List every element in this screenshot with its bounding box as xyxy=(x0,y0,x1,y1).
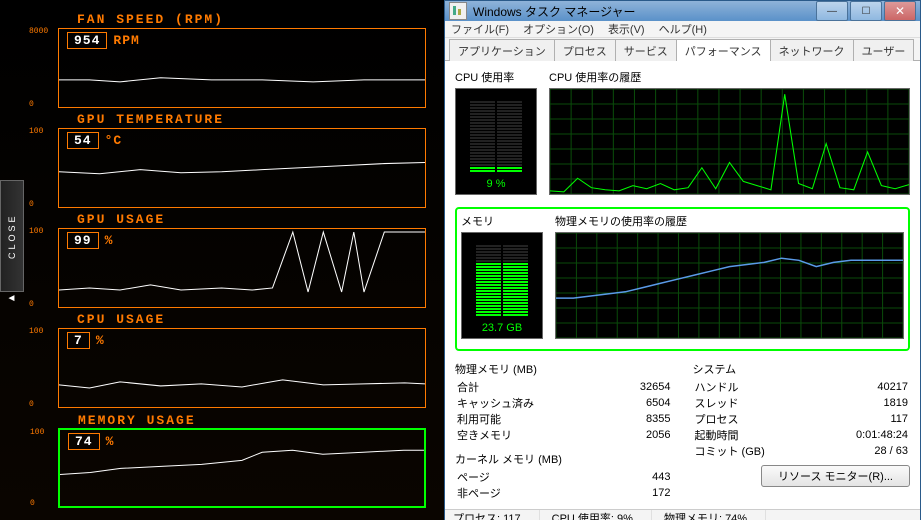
status-cell: プロセス: 117 xyxy=(453,510,540,520)
menu-item[interactable]: ヘルプ(H) xyxy=(659,21,707,37)
menubar: ファイル(F) オプション(O) 表示(V) ヘルプ(H) xyxy=(445,21,920,38)
scale-min: 0 xyxy=(29,300,34,309)
menu-item[interactable]: 表示(V) xyxy=(608,21,645,37)
tab-4[interactable]: ネットワーク xyxy=(770,39,854,61)
menu-item[interactable]: ファイル(F) xyxy=(451,21,509,37)
memory-row-highlight: メモリ 23.7 GB 物理メモリの使用率の履歴 xyxy=(455,207,910,351)
cpu-history-chart xyxy=(549,88,910,195)
performance-tab-body: CPU 使用率 9 % CPU 使用率の履歴 xyxy=(445,61,920,509)
system-block: システム ハンドル40217スレッド1819プロセス117起動時間0:01:48… xyxy=(693,361,911,459)
tab-0[interactable]: アプリケーション xyxy=(449,39,555,61)
window-title: Windows タスク マネージャー xyxy=(473,3,636,20)
panel-title: GPU USAGE xyxy=(77,212,165,227)
scale-max: 100 xyxy=(29,327,43,336)
mem-gauge-label: メモリ xyxy=(461,213,543,229)
hardware-monitor-hud: CLOSE FAN SPEED (RPM)80000954RPM GPU TEMP… xyxy=(0,0,444,520)
scale-max: 100 xyxy=(30,428,44,437)
panel-cpu-usage: CPU USAGE10007% xyxy=(58,328,426,408)
tab-2[interactable]: サービス xyxy=(615,39,677,61)
scale-max: 100 xyxy=(29,227,43,236)
scale-min: 0 xyxy=(29,100,34,109)
status-cell: 物理メモリ: 74% xyxy=(664,510,766,520)
tab-1[interactable]: プロセス xyxy=(554,39,616,61)
scale-max: 100 xyxy=(29,127,43,136)
stat-row: ハンドル40217 xyxy=(693,379,911,395)
mem-gauge: 23.7 GB xyxy=(461,232,543,339)
menu-item[interactable]: オプション(O) xyxy=(523,21,594,37)
close-tab[interactable]: CLOSE xyxy=(0,180,24,292)
scale-max: 8000 xyxy=(29,27,48,36)
stat-header: カーネル メモリ (MB) xyxy=(455,451,673,467)
panel-gpu-temperature: GPU TEMPERATURE100054°C xyxy=(58,128,426,208)
stat-row: 起動時間0:01:48:24 xyxy=(693,427,911,443)
stat-row: 合計32654 xyxy=(455,379,673,395)
close-button[interactable]: ✕ xyxy=(884,1,916,21)
mem-history-label: 物理メモリの使用率の履歴 xyxy=(555,213,904,229)
app-icon xyxy=(449,2,467,20)
maximize-button[interactable]: ☐ xyxy=(850,1,882,21)
resource-monitor-button[interactable]: リソース モニター(R)... xyxy=(761,465,910,487)
scale-min: 0 xyxy=(30,499,35,508)
cpu-gauge-value: 9 % xyxy=(456,178,536,190)
tab-3[interactable]: パフォーマンス xyxy=(676,39,771,61)
stat-row: プロセス117 xyxy=(693,411,911,427)
scale-min: 0 xyxy=(29,400,34,409)
stat-row: スレッド1819 xyxy=(693,395,911,411)
stat-row: キャッシュ済み6504 xyxy=(455,395,673,411)
statusbar: プロセス: 117 CPU 使用率: 9% 物理メモリ: 74% xyxy=(445,509,920,520)
panel-title: FAN SPEED (RPM) xyxy=(77,12,224,27)
panel-gpu-usage: GPU USAGE100099% xyxy=(58,228,426,308)
stat-row: コミット (GB)28 / 63 xyxy=(693,443,911,459)
panel-title: CPU USAGE xyxy=(77,312,165,327)
phys-mem-block: 物理メモリ (MB) 合計32654キャッシュ済み6504利用可能8355空きメ… xyxy=(455,361,673,443)
stat-row: 利用可能8355 xyxy=(455,411,673,427)
status-cell: CPU 使用率: 9% xyxy=(552,510,652,520)
mem-history-chart xyxy=(555,232,904,339)
stat-row: ページ443 xyxy=(455,469,673,485)
kernel-mem-block: カーネル メモリ (MB) ページ443非ページ172 xyxy=(455,451,673,501)
minimize-button[interactable]: — xyxy=(816,1,848,21)
task-manager-window: Windows タスク マネージャー — ☐ ✕ ファイル(F) オプション(O)… xyxy=(444,0,921,520)
titlebar[interactable]: Windows タスク マネージャー — ☐ ✕ xyxy=(445,1,920,21)
stat-row: 非ページ172 xyxy=(455,485,673,501)
panel-fan-speed-rpm-: FAN SPEED (RPM)80000954RPM xyxy=(58,28,426,108)
panel-title: MEMORY USAGE xyxy=(78,413,196,428)
tab-5[interactable]: ユーザー xyxy=(853,39,915,61)
cpu-gauge: 9 % xyxy=(455,88,537,195)
panel-title: GPU TEMPERATURE xyxy=(77,112,224,127)
scale-min: 0 xyxy=(29,200,34,209)
panel-memory-usage: MEMORY USAGE100074% xyxy=(58,428,426,508)
mem-gauge-value: 23.7 GB xyxy=(462,322,542,334)
cpu-gauge-label: CPU 使用率 xyxy=(455,69,537,85)
tabstrip: アプリケーションプロセスサービスパフォーマンスネットワークユーザー xyxy=(445,38,920,61)
stat-header: 物理メモリ (MB) xyxy=(455,361,673,377)
cpu-history-label: CPU 使用率の履歴 xyxy=(549,69,910,85)
stat-row: 空きメモリ2056 xyxy=(455,427,673,443)
stat-header: システム xyxy=(693,361,911,377)
